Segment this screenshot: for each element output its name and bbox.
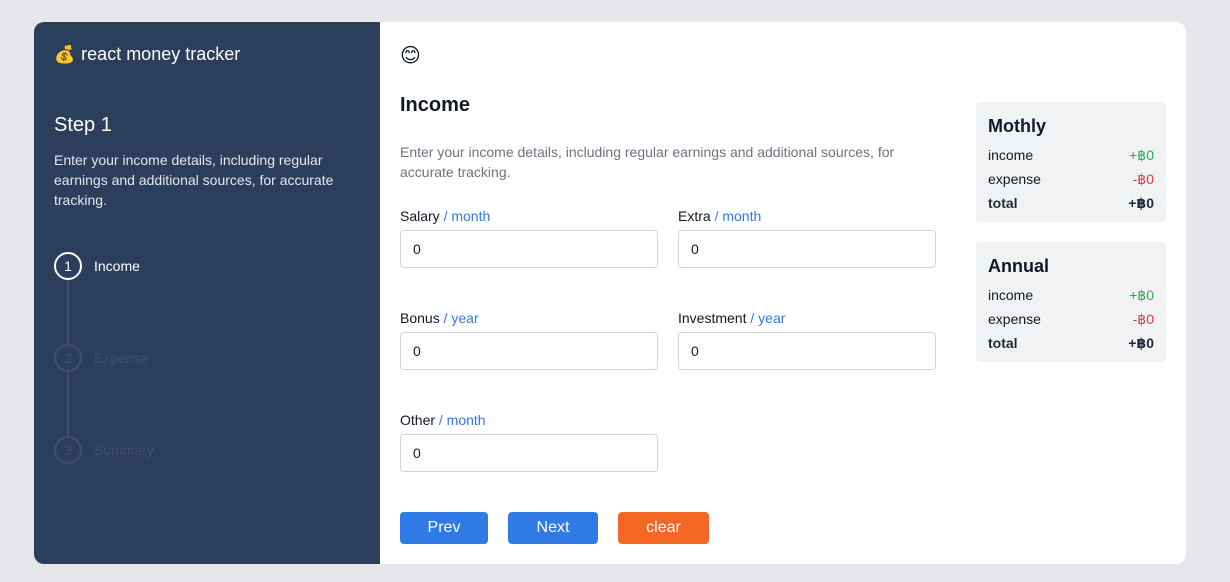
step-number: 2 (54, 344, 82, 372)
bonus-input[interactable] (400, 332, 658, 370)
field-unit: / year (443, 310, 479, 326)
step-number: 3 (54, 436, 82, 464)
annual-income-value: +฿0 (1129, 286, 1154, 303)
investment-field: Investment / year (678, 310, 936, 370)
field-unit: / year (750, 310, 786, 326)
field-label-text: Salary (400, 208, 440, 224)
field-label-text: Other (400, 412, 436, 428)
monthly-total-value: +฿0 (1128, 194, 1154, 211)
monthly-total-row: total +฿0 (988, 191, 1154, 215)
monthly-income-row: income +฿0 (988, 143, 1154, 167)
row-label: total (988, 335, 1018, 351)
monthly-summary-title: Mothly (988, 116, 1046, 136)
row-label: income (988, 287, 1034, 303)
annual-total-value: +฿0 (1128, 334, 1154, 351)
salary-field: Salary / month (400, 208, 658, 268)
app-title: react money tracker (81, 44, 241, 64)
other-input[interactable] (400, 434, 658, 472)
main-panel: 😊 Income Enter your income details, incl… (380, 22, 1186, 564)
extra-field: Extra / month (678, 208, 936, 268)
annual-summary-title: Annual (988, 256, 1049, 276)
page-description: Enter your income details, including reg… (400, 144, 895, 180)
step-expense[interactable]: 2 Expense (54, 344, 148, 372)
monthly-income-value: +฿0 (1129, 146, 1154, 163)
clear-button[interactable]: clear (618, 512, 709, 544)
extra-label: Extra / month (678, 208, 936, 224)
step-label: Summary (94, 442, 154, 458)
step-label: Expense (94, 350, 149, 366)
salary-label: Salary / month (400, 208, 658, 224)
page-title: Income (400, 94, 471, 116)
step-label: Income (94, 258, 140, 274)
app-card: 💰 react money tracker Step 1 Enter your … (34, 22, 1186, 564)
money-bag-icon: 💰 (54, 44, 76, 64)
monthly-summary-card: Mothly income +฿0 expense -฿0 total +฿0 (976, 102, 1166, 222)
row-label: total (988, 195, 1018, 211)
row-label: expense (988, 171, 1041, 187)
sidebar: 💰 react money tracker Step 1 Enter your … (34, 22, 380, 564)
field-label-text: Investment (678, 310, 747, 326)
field-label-text: Extra (678, 208, 711, 224)
step-income[interactable]: 1 Income (54, 252, 140, 280)
investment-label: Investment / year (678, 310, 936, 326)
other-label: Other / month (400, 412, 658, 428)
field-unit: / month (714, 208, 762, 224)
extra-input[interactable] (678, 230, 936, 268)
step-title: Step 1 (54, 114, 112, 136)
bonus-label: Bonus / year (400, 310, 658, 326)
monthly-expense-row: expense -฿0 (988, 167, 1154, 191)
row-label: expense (988, 311, 1041, 327)
annual-expense-value: -฿0 (1132, 310, 1154, 327)
annual-summary-card: Annual income +฿0 expense -฿0 total +฿0 (976, 242, 1166, 362)
next-button[interactable]: Next (508, 512, 598, 544)
field-unit: / month (438, 412, 486, 428)
prev-button[interactable]: Prev (400, 512, 488, 544)
app-brand: 💰 react money tracker (54, 44, 240, 65)
step-connector (67, 280, 69, 344)
other-field: Other / month (400, 412, 658, 472)
monthly-expense-value: -฿0 (1132, 170, 1154, 187)
annual-expense-row: expense -฿0 (988, 307, 1154, 331)
field-unit: / month (443, 208, 491, 224)
step-description: Enter your income details, including reg… (54, 152, 334, 208)
step-number: 1 (54, 252, 82, 280)
step-summary[interactable]: 3 Summary (54, 436, 154, 464)
row-label: income (988, 147, 1034, 163)
investment-input[interactable] (678, 332, 936, 370)
bonus-field: Bonus / year (400, 310, 658, 370)
salary-input[interactable] (400, 230, 658, 268)
field-label-text: Bonus (400, 310, 440, 326)
annual-income-row: income +฿0 (988, 283, 1154, 307)
step-connector (67, 372, 69, 436)
smiley-icon: 😊 (400, 45, 421, 67)
annual-total-row: total +฿0 (988, 331, 1154, 355)
